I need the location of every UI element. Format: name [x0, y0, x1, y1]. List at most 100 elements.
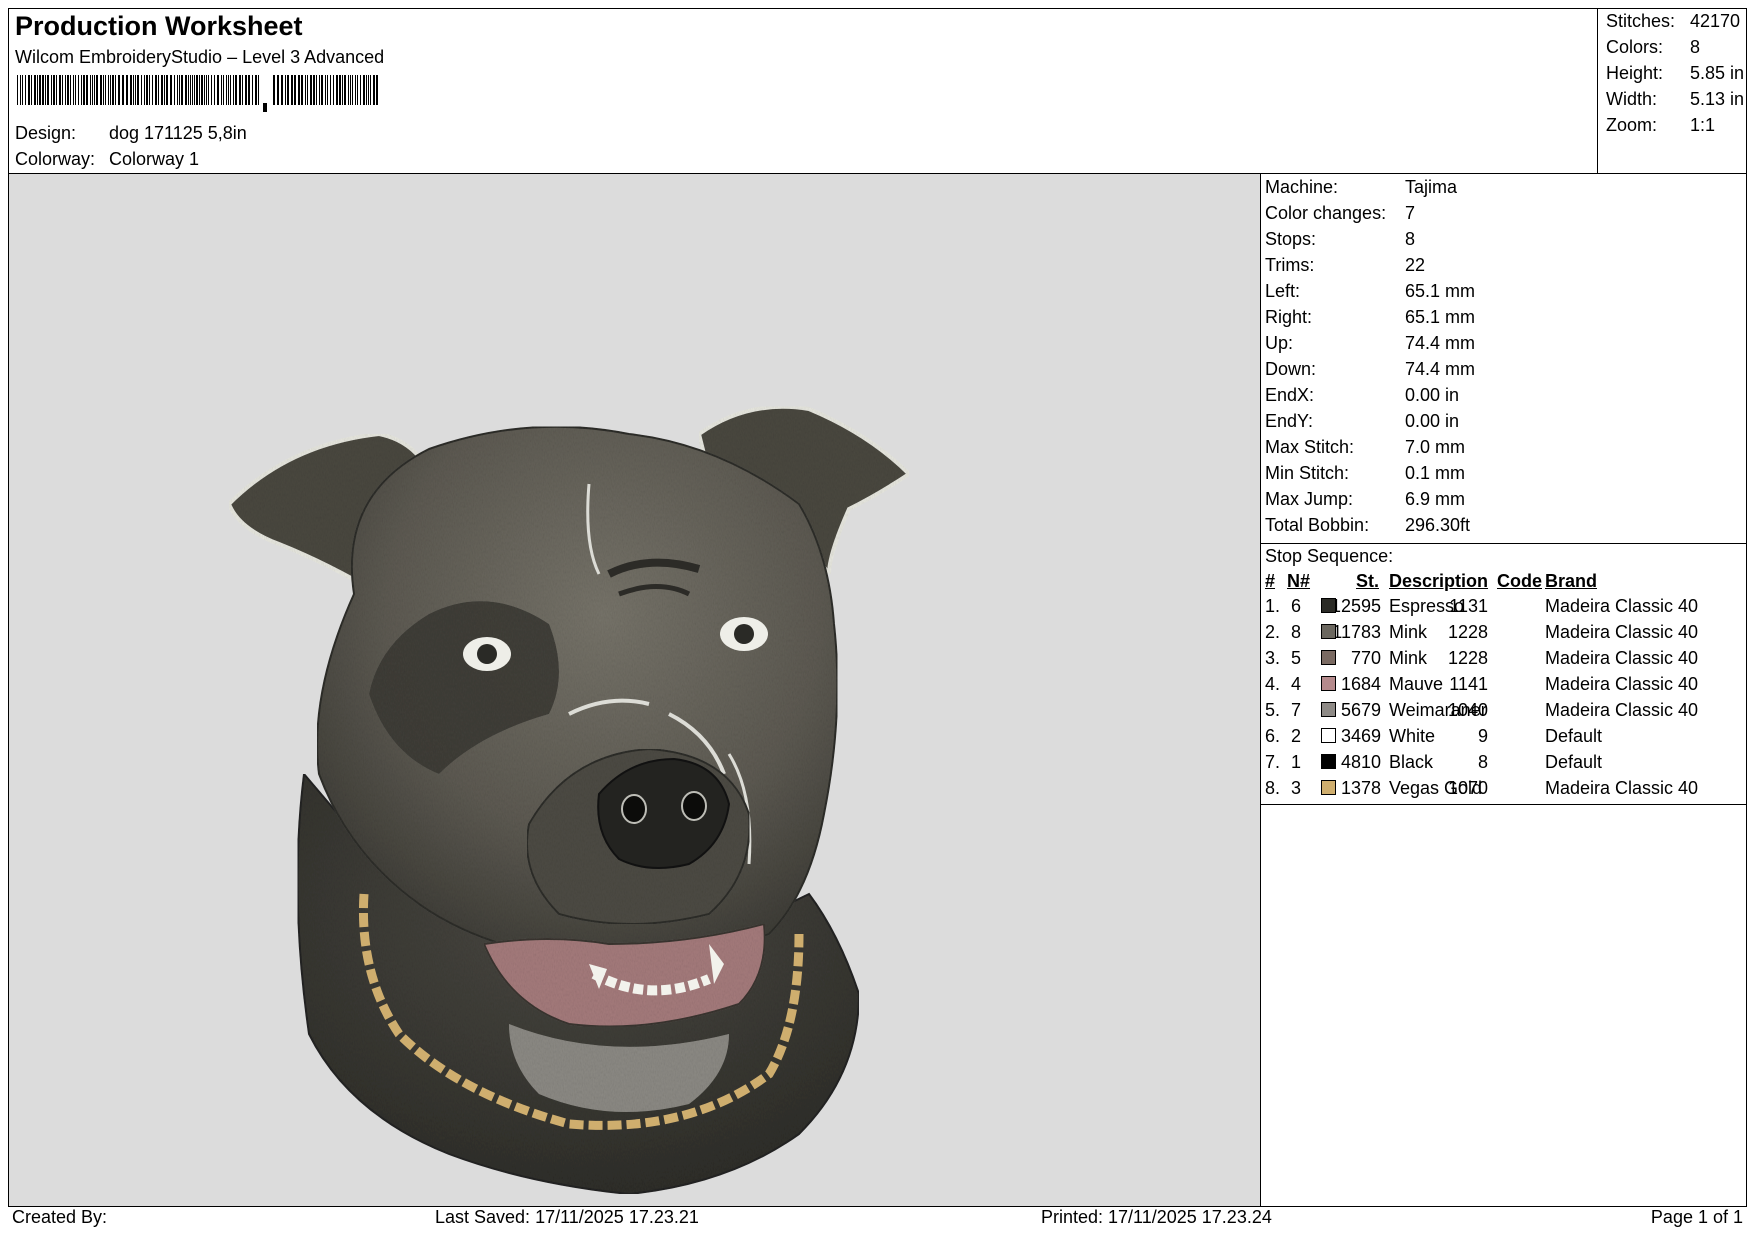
machine-info-panel: Machine: Tajima Color changes: 7 Stops: 8 T…: [1260, 173, 1747, 544]
stat-width: Width: 5.13 in: [1606, 89, 1745, 109]
stop-stitches: 4810: [1340, 752, 1381, 772]
stop-code: 1040: [1447, 700, 1488, 720]
stop-brand: Madeira Classic 40: [1545, 596, 1699, 616]
endx-row: EndX: 0.00 in: [1265, 385, 1460, 405]
stop-stitches: 1378: [1340, 778, 1381, 798]
stop-code: 9: [1477, 726, 1488, 746]
stop-stitches: 3469: [1340, 726, 1381, 746]
stop-needle: 4: [1291, 674, 1302, 694]
empty-panel: [1260, 804, 1747, 1207]
thread-color-swatch: [1321, 702, 1336, 717]
stop-brand: Default: [1545, 726, 1603, 746]
stop-stitches: 12595: [1330, 596, 1381, 616]
stop-number: 5.: [1265, 700, 1281, 720]
stop-number: 6.: [1265, 726, 1281, 746]
thread-color-swatch: [1321, 598, 1336, 613]
stop-code: 8: [1477, 752, 1488, 772]
stop-code: 1070: [1447, 778, 1488, 798]
dog-head-embroidery: [226, 404, 913, 1196]
stop-row: 4. 4 1684 Mauve 1141 Madeira Classic 40: [1261, 674, 1748, 700]
stop-stitches: 770: [1350, 648, 1381, 668]
design-stats: Stitches: 42170 Colors: 8 Height: 5.85 in W…: [1597, 9, 1748, 173]
last-saved: Last Saved: 17/11/2025 17.23.21: [435, 1207, 699, 1227]
stop-needle: 5: [1291, 648, 1302, 668]
thread-color-swatch: [1321, 728, 1336, 743]
machine-row: Machine: Tajima: [1265, 177, 1458, 197]
stop-row: 3. 5 770 Mink 1228 Madeira Classic 40: [1261, 648, 1748, 674]
worksheet-footer: Created By: Last Saved: 17/11/2025 17.23…: [8, 1206, 1747, 1232]
stop-brand: Madeira Classic 40: [1545, 778, 1699, 798]
col-header-brand: Brand: [1545, 571, 1598, 591]
stop-number: 2.: [1265, 622, 1281, 642]
design-label: Design:: [15, 123, 77, 143]
thread-color-swatch: [1321, 624, 1336, 639]
stop-row: 5. 7 5679 Weimaraner 1040 Madeira Classic 40: [1261, 700, 1748, 726]
max-stitch-row: Max Stitch: 7.0 mm: [1265, 437, 1466, 457]
page-title: Production Worksheet: [15, 11, 303, 41]
stop-needle: 2: [1291, 726, 1302, 746]
color-changes-row: Color changes: 7: [1265, 203, 1416, 223]
max-jump-row: Max Jump: 6.9 mm: [1265, 489, 1466, 509]
stop-row: 2. 8 11783 Mink 1228 Madeira Classic 40: [1261, 622, 1748, 648]
col-header-stitches: St.: [1355, 571, 1379, 591]
design-value: dog 171125 5,8in: [109, 123, 247, 143]
stop-needle: 1: [1291, 752, 1302, 772]
colorway-row: Colorway: Colorway 1: [15, 149, 199, 170]
stat-stitches: Stitches: 42170: [1606, 11, 1741, 31]
stat-height: Height: 5.85 in: [1606, 63, 1745, 83]
col-header-num: #: [1265, 571, 1276, 591]
stat-zoom: Zoom: 1:1: [1606, 115, 1716, 135]
trims-row: Trims: 22: [1265, 255, 1426, 275]
stop-brand: Madeira Classic 40: [1545, 674, 1699, 694]
thread-color-swatch: [1321, 754, 1336, 769]
design-preview: [8, 173, 1261, 1207]
stop-sequence-panel: Stop Sequence: # N# St. Description Code…: [1260, 543, 1747, 805]
colorway-value: Colorway 1: [109, 149, 200, 169]
barcode-icon: [17, 75, 378, 112]
stop-description: Mink: [1389, 648, 1428, 668]
stop-row: 8. 3 1378 Vegas Gold 1070 Madeira Classic 40: [1261, 778, 1748, 804]
stop-sequence-caption: Stop Sequence:: [1265, 546, 1394, 566]
stop-brand: Default: [1545, 752, 1603, 772]
stop-row: 6. 2 3469 White 9 Default: [1261, 726, 1748, 752]
total-bobbin-row: Total Bobbin: 296.30ft: [1265, 515, 1471, 535]
thread-color-swatch: [1321, 650, 1336, 665]
colorway-label: Colorway:: [15, 149, 96, 169]
printed-date: Printed: 17/11/2025 17.23.24: [1041, 1207, 1272, 1227]
stop-description: White: [1389, 726, 1436, 746]
thread-color-swatch: [1321, 676, 1336, 691]
stop-code: 1228: [1447, 622, 1488, 642]
stop-brand: Madeira Classic 40: [1545, 648, 1699, 668]
design-row: Design: dog 171125 5,8in: [15, 123, 247, 144]
right-row: Right: 65.1 mm: [1265, 307, 1476, 327]
stop-needle: 7: [1291, 700, 1302, 720]
stop-brand: Madeira Classic 40: [1545, 622, 1699, 642]
software-name: Wilcom EmbroideryStudio – Level 3 Advanc…: [15, 47, 385, 67]
page-number: Page 1 of 1: [1650, 1207, 1743, 1227]
up-row: Up: 74.4 mm: [1265, 333, 1476, 353]
down-row: Down: 74.4 mm: [1265, 359, 1476, 379]
stop-number: 4.: [1265, 674, 1281, 694]
stop-number: 1.: [1265, 596, 1281, 616]
col-header-description: Description: [1389, 571, 1489, 591]
stop-stitches: 11783: [1332, 622, 1381, 642]
stop-brand: Madeira Classic 40: [1545, 700, 1699, 720]
stop-stitches: 5679: [1340, 700, 1381, 720]
stop-needle: 3: [1291, 778, 1302, 798]
stop-code: 1131: [1449, 596, 1488, 616]
stops-row: Stops: 8: [1265, 229, 1416, 249]
col-header-needle: N#: [1287, 571, 1311, 591]
col-header-code: Code: [1497, 571, 1542, 591]
stop-needle: 6: [1291, 596, 1302, 616]
stop-row: 7. 1 4810 Black 8 Default: [1261, 752, 1748, 778]
stop-needle: 8: [1291, 622, 1302, 642]
stop-code: 1141: [1449, 674, 1488, 694]
left-row: Left: 65.1 mm: [1265, 281, 1476, 301]
worksheet-header: Production Worksheet Wilcom EmbroiderySt…: [8, 8, 1747, 174]
created-by: Created By:: [12, 1207, 108, 1227]
stop-description: Black: [1389, 752, 1434, 772]
stop-number: 8.: [1265, 778, 1281, 798]
thread-color-swatch: [1321, 780, 1336, 795]
stop-stitches: 1684: [1340, 674, 1381, 694]
stop-number: 3.: [1265, 648, 1281, 668]
